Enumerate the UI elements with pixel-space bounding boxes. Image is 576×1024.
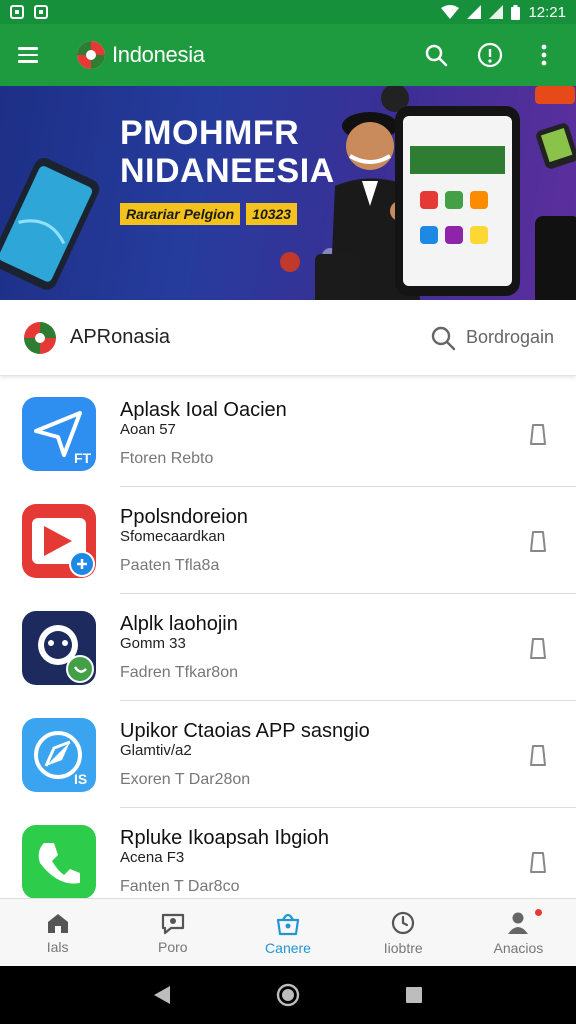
nav-label: Ials <box>46 938 69 955</box>
back-icon[interactable] <box>152 984 172 1006</box>
app-bar: Indonesia <box>0 24 576 86</box>
app-name: Alplk laohojin <box>120 613 238 635</box>
svg-text:IS: IS <box>74 771 87 787</box>
list-item[interactable]: Rpluke Ikoapsah Ibgioh Acena F3 Fanten T… <box>0 808 576 898</box>
paper-plane-icon: FT <box>22 396 96 471</box>
list-item[interactable]: Ppolsndoreion Sfomecaardkan Paaten Tfla8… <box>0 487 576 594</box>
nav-label: Anacios <box>493 939 544 956</box>
nav-item-history[interactable]: Iiobtre <box>346 899 461 966</box>
app-meta: Fanten T Dar8co <box>120 878 240 895</box>
app-list: FT Aplask Ioal Oacien Aoan 57 Ftoren Reb… <box>0 380 576 898</box>
chat-icon <box>161 913 184 934</box>
home-icon <box>47 913 68 933</box>
download-icon[interactable] <box>528 850 548 874</box>
nav-item-home[interactable]: Ials <box>0 899 115 966</box>
notification-icon <box>10 5 24 19</box>
more-vert-icon[interactable] <box>530 41 558 69</box>
app-subtitle: Acena F3 <box>120 849 185 866</box>
battery-icon <box>511 4 521 20</box>
app-subtitle: Glamtiv/a2 <box>120 742 192 759</box>
search-label: Bordrogain <box>465 327 554 347</box>
store-title: APRonasia <box>70 326 171 348</box>
store-logo <box>24 321 56 354</box>
app-subtitle: Sfomecaardkan <box>120 528 226 545</box>
system-nav-bar <box>0 966 576 1024</box>
list-item[interactable]: FT Aplask Ioal Oacien Aoan 57 Ftoren Reb… <box>0 380 576 487</box>
download-icon[interactable] <box>528 422 548 446</box>
wifi-icon <box>441 5 460 19</box>
app-subtitle: Aoan 57 <box>120 421 176 438</box>
chat-bubble-icon <box>22 610 96 685</box>
bottom-nav: Ials Poro Canere Iiobtre Anacios <box>0 898 576 966</box>
app-name: Upikor Ctaoias APP sasngio <box>120 720 370 742</box>
search-button[interactable]: Bordrogain <box>430 325 554 351</box>
app-title: Indonesia <box>112 42 205 67</box>
app-meta: Ftoren Rebto <box>120 450 214 467</box>
signal-icon <box>467 5 482 19</box>
banner-tag-right: 10323 <box>246 203 298 225</box>
notification-icon <box>34 5 48 19</box>
bag-icon <box>276 913 300 935</box>
banner-title-line1: PMOHMFR <box>120 114 300 152</box>
app-logo <box>77 41 105 69</box>
store-header: APRonasia Bordrogain <box>0 300 576 376</box>
status-time: 12:21 <box>528 3 566 21</box>
nav-label: Poro <box>158 938 188 955</box>
nav-label: Iiobtre <box>383 939 423 956</box>
compass-icon: IS <box>22 717 96 792</box>
clock-icon <box>392 911 415 934</box>
download-icon[interactable] <box>528 636 548 660</box>
play-icon <box>22 503 96 578</box>
nav-item-chat[interactable]: Poro <box>115 899 230 966</box>
nav-item-store[interactable]: Canere <box>230 899 345 966</box>
signal-icon <box>489 5 504 19</box>
status-bar: 12:21 <box>0 0 576 24</box>
banner-tag-left: Rarariar Pelgion <box>120 203 241 225</box>
app-name: Rpluke Ikoapsah Ibgioh <box>120 827 330 849</box>
banner-title: PMOHMFR NIDANEESIA <box>120 114 335 190</box>
info-icon[interactable] <box>476 41 504 69</box>
app-name: Aplask Ioal Oacien <box>120 399 287 421</box>
notification-dot <box>535 909 543 916</box>
search-icon <box>431 326 456 350</box>
person-icon <box>508 912 529 934</box>
banner-tag: Rarariar Pelgion 10323 <box>120 203 298 225</box>
promo-banner[interactable]: PMOHMFR NIDANEESIA Rarariar Pelgion 1032… <box>0 86 576 300</box>
nav-label: Canere <box>265 939 311 956</box>
banner-title-line2: NIDANEESIA <box>120 152 335 190</box>
app-meta: Exoren T Dar28on <box>120 771 251 788</box>
nav-item-account[interactable]: Anacios <box>461 899 576 966</box>
app-meta: Fadren Tfkar8on <box>120 664 238 681</box>
download-icon[interactable] <box>528 529 548 553</box>
svg-text:FT: FT <box>74 450 92 466</box>
app-name: Ppolsndoreion <box>120 506 248 528</box>
home-circle-icon[interactable] <box>276 983 300 1007</box>
app-meta: Paaten Tfla8a <box>120 557 220 574</box>
recents-icon[interactable] <box>404 985 424 1005</box>
menu-icon[interactable] <box>18 41 46 69</box>
download-icon[interactable] <box>528 743 548 767</box>
list-item[interactable]: Alplk laohojin Gomm 33 Fadren Tfkar8on <box>0 594 576 701</box>
app-subtitle: Gomm 33 <box>120 635 186 652</box>
search-icon[interactable] <box>422 41 450 69</box>
phone-icon <box>22 824 96 898</box>
list-item[interactable]: IS Upikor Ctaoias APP sasngio Glamtiv/a2… <box>0 701 576 808</box>
